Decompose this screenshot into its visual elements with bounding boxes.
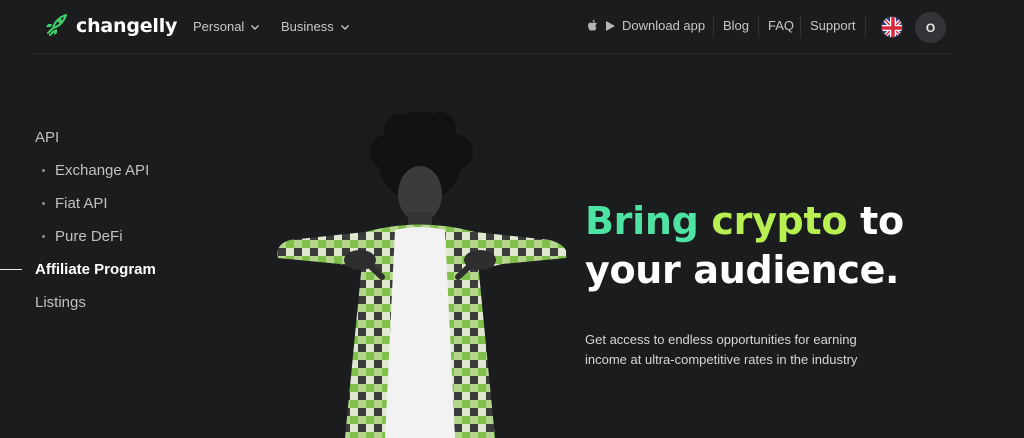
divider	[800, 16, 801, 38]
account-button[interactable]: O	[915, 12, 946, 43]
divider	[758, 16, 759, 38]
download-app-label: Download app	[622, 18, 706, 33]
hero-description: Get access to endless opportunities for …	[585, 332, 858, 367]
divider	[713, 16, 714, 38]
changelly-logo[interactable]: changelly	[40, 11, 177, 41]
bullet-dot	[42, 169, 45, 172]
uk-flag-icon	[882, 17, 902, 37]
top-header: changelly Personal Business Download app…	[0, 0, 1024, 54]
nav-business-label: Business	[281, 19, 334, 34]
active-indicator	[0, 269, 22, 270]
language-selector[interactable]	[881, 16, 903, 38]
header-divider	[32, 53, 952, 54]
hero-person-photo	[277, 112, 567, 438]
sidebar-item-label: Pure DeFi	[55, 228, 123, 245]
download-app-link[interactable]: Download app	[587, 18, 705, 33]
sidebar-item-listings[interactable]: Listings	[35, 294, 86, 311]
hero-headline: Bring crypto to your audience.	[585, 197, 904, 295]
sidebar-item-exchange-api[interactable]: Exchange API	[42, 162, 149, 179]
google-play-icon	[606, 20, 615, 31]
bullet-dot	[42, 235, 45, 238]
blog-link[interactable]: Blog	[723, 18, 749, 33]
sidebar-item-api[interactable]: API	[35, 129, 59, 146]
faq-link[interactable]: FAQ	[768, 18, 794, 33]
sidebar-item-affiliate-program[interactable]: Affiliate Program	[35, 261, 156, 278]
rocket-logo-icon	[46, 14, 67, 36]
sidebar-item-fiat-api[interactable]: Fiat API	[42, 195, 108, 212]
headline-word-to: to	[860, 199, 904, 243]
nav-personal[interactable]: Personal	[193, 19, 260, 34]
divider	[865, 16, 866, 38]
headline-word-bring: Bring	[585, 199, 699, 243]
headline-line-2: your audience.	[585, 248, 900, 292]
support-link[interactable]: Support	[810, 18, 856, 33]
headline-word-crypto: crypto	[711, 199, 848, 243]
nav-business[interactable]: Business	[281, 19, 350, 34]
sidebar-item-pure-defi[interactable]: Pure DeFi	[42, 228, 123, 245]
chevron-down-icon	[251, 24, 260, 30]
apple-icon	[588, 19, 597, 31]
sidebar-item-label: Exchange API	[55, 162, 150, 179]
bullet-dot	[42, 202, 45, 205]
sidebar-item-label: Fiat API	[55, 195, 108, 212]
logo-text: changelly	[76, 15, 178, 37]
chevron-down-icon	[340, 24, 349, 30]
nav-personal-label: Personal	[193, 19, 245, 34]
